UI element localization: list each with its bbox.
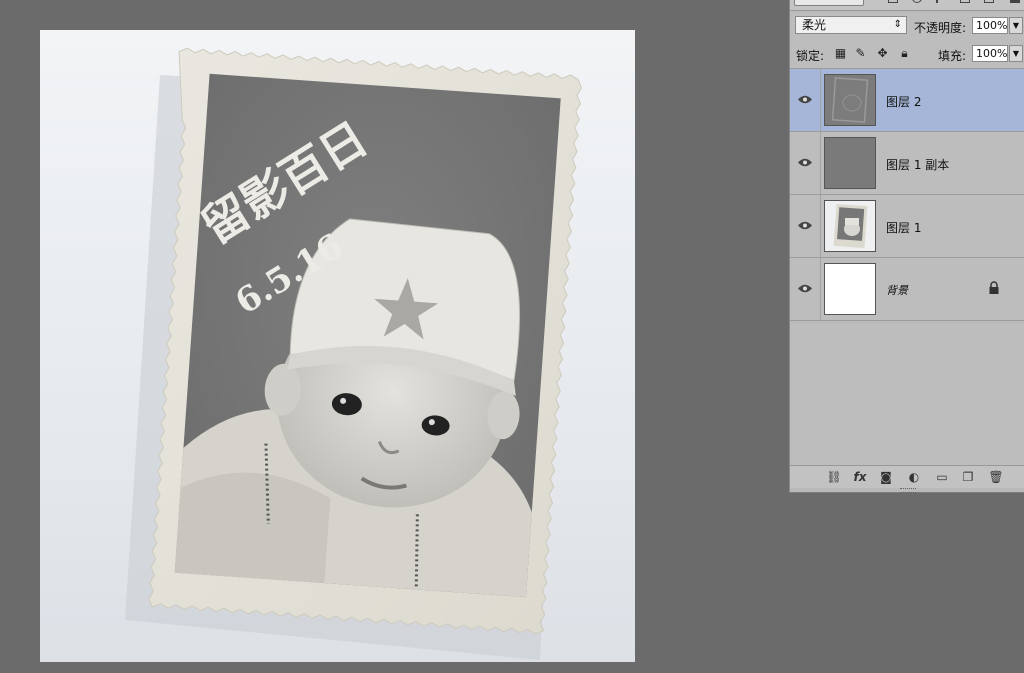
fill-label: 填充: <box>938 49 967 63</box>
layer-name[interactable]: 背景 <box>886 282 908 298</box>
eye-icon <box>798 284 812 293</box>
lock-image-pixels-icon[interactable]: ✎ <box>854 47 867 60</box>
filter-adjustment-icon[interactable] <box>912 0 922 3</box>
filter-shape-icon[interactable] <box>960 0 970 3</box>
updown-arrow-icon: ⇕ <box>893 19 902 30</box>
eye-icon <box>798 95 812 104</box>
layers-panel: 柔光 ⇕ 不透明度: 100% ▼ 锁定: ▦ ✎ ✥ 🔒︎ 填充: 100% … <box>789 0 1024 493</box>
visibility-toggle[interactable] <box>790 132 821 194</box>
visibility-toggle[interactable] <box>790 258 821 320</box>
layers-list: 图层 2 图层 1 副本 图层 1 背景 <box>790 69 1024 321</box>
layer-row-background[interactable]: 背景 <box>790 258 1024 321</box>
fill-dropdown-button[interactable]: ▼ <box>1009 45 1023 62</box>
eye-icon <box>798 221 812 230</box>
new-layer-icon[interactable]: ❐ <box>960 470 976 484</box>
lock-position-icon[interactable]: ✥ <box>876 47 889 60</box>
layer-row-layer-1[interactable]: 图层 1 <box>790 195 1024 258</box>
layer-filter-row <box>790 0 1024 11</box>
link-icon[interactable]: ⛓ <box>826 470 842 484</box>
adjustment-icon[interactable]: ◐ <box>906 470 922 484</box>
layer-name[interactable]: 图层 2 <box>886 93 921 110</box>
lock-transparent-pixels-icon[interactable]: ▦ <box>834 47 847 60</box>
layers-empty-area <box>790 323 1024 465</box>
eye-icon <box>798 158 812 167</box>
layer-thumbnail <box>824 137 876 189</box>
layer-row-layer-2[interactable]: 图层 2 <box>790 69 1024 132</box>
filter-type-icon[interactable] <box>936 0 946 3</box>
fill-input[interactable]: 100% <box>972 45 1008 62</box>
visibility-toggle[interactable] <box>790 195 821 257</box>
layers-bottom-toolbar: ⛓ fx ◙ ◐ ▭ ❐ 🗑︎ <box>790 465 1024 488</box>
layer-row-layer-1-copy[interactable]: 图层 1 副本 <box>790 132 1024 195</box>
trash-icon[interactable]: 🗑︎ <box>988 470 1004 484</box>
lock-icon <box>989 281 999 294</box>
blend-row: 柔光 ⇕ 不透明度: 100% ▼ <box>790 12 1024 40</box>
opacity-dropdown-button[interactable]: ▼ <box>1009 17 1023 34</box>
mask-icon[interactable]: ◙ <box>878 470 894 484</box>
folder-icon[interactable]: ▭ <box>934 470 950 484</box>
layer-thumbnail <box>824 263 876 315</box>
visibility-toggle[interactable] <box>790 69 821 131</box>
opacity-label: 不透明度: <box>914 21 967 35</box>
blend-mode-select[interactable]: 柔光 ⇕ <box>795 16 907 34</box>
filter-smart-object-icon[interactable] <box>984 0 994 3</box>
old-photo-image: 留影百日 6.5.16 <box>125 47 583 660</box>
filter-pixel-icon[interactable] <box>888 0 898 3</box>
layer-thumbnail <box>824 200 876 252</box>
filter-toggle-icon[interactable] <box>1010 0 1020 3</box>
opacity-input[interactable]: 100% <box>972 17 1008 34</box>
lock-row: 锁定: ▦ ✎ ✥ 🔒︎ 填充: 100% ▼ <box>790 40 1024 69</box>
layer-name[interactable]: 图层 1 <box>886 219 921 236</box>
layer-filter-select[interactable] <box>794 0 864 6</box>
document-canvas[interactable]: 留影百日 6.5.16 <box>40 30 635 662</box>
layer-thumbnail <box>824 74 876 126</box>
blend-mode-value: 柔光 <box>802 18 827 32</box>
panel-resize-grip[interactable] <box>900 488 916 493</box>
lock-label: 锁定: <box>796 49 825 63</box>
fx-icon[interactable]: fx <box>852 470 868 484</box>
lock-all-icon[interactable]: 🔒︎ <box>898 47 911 60</box>
layer-name[interactable]: 图层 1 副本 <box>886 156 949 173</box>
